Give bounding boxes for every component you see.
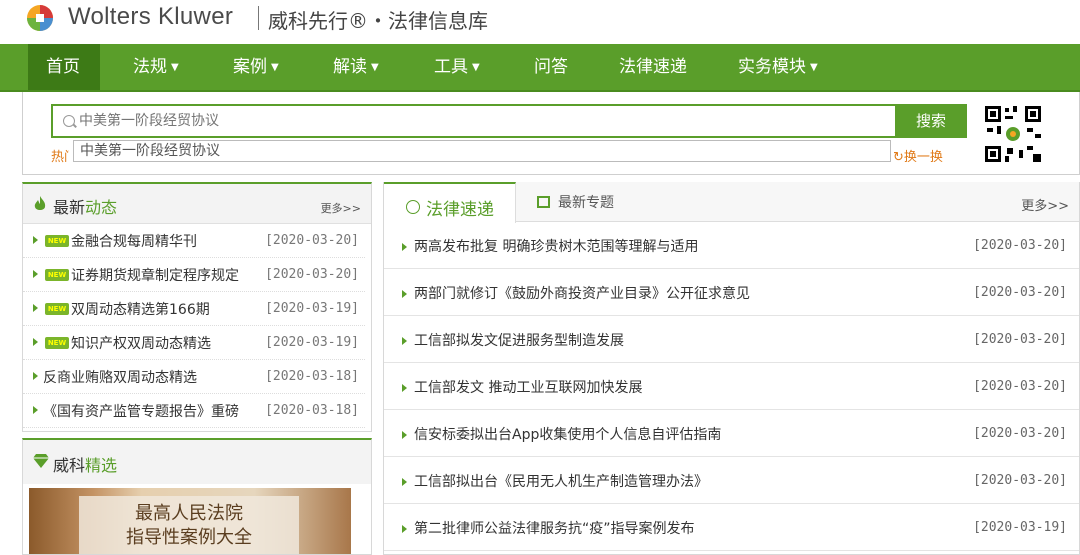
flame-icon (34, 196, 46, 210)
list-item[interactable]: 工信部拟出台《民用无人机生产制造管理办法》 [2020-03-20] (384, 457, 1079, 504)
new-badge: NEW (45, 303, 69, 315)
nav-item-cases[interactable]: 案例 ▼ (233, 44, 279, 90)
bullet-icon (33, 270, 38, 278)
search-box: 搜索 (51, 104, 967, 138)
nav-item-law-express[interactable]: 法律速递 (619, 44, 687, 90)
list-item[interactable]: NEW 知识产权双周动态精选 [2020-03-19] (23, 326, 365, 360)
list-item[interactable]: 两高发布批复 明确珍贵树木范围等理解与适用 [2020-03-20] (384, 222, 1079, 269)
latest-news-more-link[interactable]: 更多>> (321, 200, 361, 216)
law-express-more-link[interactable]: 更多>> (1021, 195, 1069, 214)
search-area: 搜索 热门 中美第一阶段经贸协议 ↻换一换 (22, 92, 1080, 175)
featured-title: 威科精选 (53, 456, 118, 475)
list-item[interactable]: 《国有资产监管专题报告》重磅 [2020-03-18] (23, 394, 365, 428)
nav-item-tools[interactable]: 工具 ▼ (434, 44, 480, 90)
list-item[interactable]: NEW 金融合规每周精华刊 [2020-03-20] (23, 224, 365, 258)
bullet-icon (33, 236, 38, 244)
chevron-down-icon: ▼ (371, 62, 379, 73)
bullet-icon (33, 406, 38, 414)
nav-item-regulations[interactable]: 法规 ▼ (133, 44, 179, 90)
law-express-panel: 法律速递 最新专题 更多>> 两高发布批复 明确珍贵树木范围等理解与适用 [202… (383, 182, 1080, 555)
list-item[interactable]: NEW 双周动态精选第166期 [2020-03-19] (23, 292, 365, 326)
list-item[interactable]: 工信部拟发文促进服务型制造发展 [2020-03-20] (384, 316, 1079, 363)
calendar-icon (537, 196, 550, 208)
tab-law-express[interactable]: 法律速递 (384, 182, 516, 223)
featured-panel: 威科精选 最高人民法院 指导性案例大全 (22, 438, 372, 555)
brand-divider (258, 6, 259, 30)
new-badge: NEW (45, 235, 69, 247)
refresh-button[interactable]: ↻换一换 (893, 146, 943, 165)
list-item[interactable]: NEW 证券期货规章制定程序规定 [2020-03-20] (23, 258, 365, 292)
chevron-down-icon: ▼ (271, 62, 279, 73)
chevron-down-icon: ▼ (472, 62, 480, 73)
search-input[interactable] (79, 110, 879, 132)
nav-item-practice-modules[interactable]: 实务模块 ▼ (738, 44, 818, 90)
latest-news-header: 最新动态 更多>> (23, 184, 371, 224)
search-suggestion[interactable]: 中美第一阶段经贸协议 (73, 140, 891, 162)
tab-latest-topics[interactable]: 最新专题 (537, 192, 614, 212)
featured-header: 威科精选 (23, 440, 371, 484)
list-item[interactable]: 第二批律师公益法律服务抗“疫”指导案例发布 [2020-03-19] (384, 504, 1079, 551)
chevron-down-icon: ▼ (171, 62, 179, 73)
brand-subtitle: 威科先行®・法律信息库 (268, 9, 488, 33)
bullet-icon (402, 431, 407, 439)
search-icon (63, 115, 75, 127)
chevron-down-icon: ▼ (810, 62, 818, 73)
bullet-icon (33, 338, 38, 346)
bullet-icon (402, 525, 407, 533)
bullet-icon (33, 372, 38, 380)
bullet-icon (33, 304, 38, 312)
law-express-tabs: 法律速递 最新专题 更多>> (384, 182, 1079, 223)
brand-name[interactable]: Wolters Kluwer (68, 3, 233, 31)
list-item[interactable]: 两部门就修订《鼓励外商投资产业目录》公开征求意见 [2020-03-20] (384, 269, 1079, 316)
globe-icon (406, 200, 420, 214)
list-item[interactable]: 反商业贿赂双周动态精选 [2020-03-18] (23, 360, 365, 394)
nav-item-home[interactable]: 首页 (28, 44, 100, 90)
hot-searches-label: 热门 (51, 150, 69, 165)
wolters-kluwer-logo-icon[interactable] (22, 3, 58, 33)
nav-item-qa[interactable]: 问答 (534, 44, 568, 90)
search-button[interactable]: 搜索 (895, 104, 967, 138)
latest-news-panel: 最新动态 更多>> NEW 金融合规每周精华刊 [2020-03-20] NEW… (22, 182, 372, 432)
refresh-icon: ↻ (893, 150, 904, 165)
latest-news-title: 最新动态 (53, 198, 118, 217)
bullet-icon (402, 290, 407, 298)
bullet-icon (402, 478, 407, 486)
featured-book-banner[interactable]: 最高人民法院 指导性案例大全 (29, 488, 351, 554)
diamond-icon (33, 454, 49, 468)
list-item[interactable]: 工信部发文 推动工业互联网加快发展 [2020-03-20] (384, 363, 1079, 410)
site-header: Wolters Kluwer 威科先行®・法律信息库 (0, 0, 1080, 44)
qr-code-icon (983, 104, 1043, 164)
featured-book-title: 最高人民法院 指导性案例大全 (79, 496, 299, 554)
new-badge: NEW (45, 337, 69, 349)
bullet-icon (402, 337, 407, 345)
bullet-icon (402, 384, 407, 392)
list-item[interactable]: 信安标委拟出台App收集使用个人信息自评估指南 [2020-03-20] (384, 410, 1079, 457)
bullet-icon (402, 243, 407, 251)
main-nav: 首页 法规 ▼ 案例 ▼ 解读 ▼ 工具 ▼ 问答 法律速递 实务模块 ▼ (0, 44, 1080, 92)
nav-item-interpretation[interactable]: 解读 ▼ (333, 44, 379, 90)
new-badge: NEW (45, 269, 69, 281)
